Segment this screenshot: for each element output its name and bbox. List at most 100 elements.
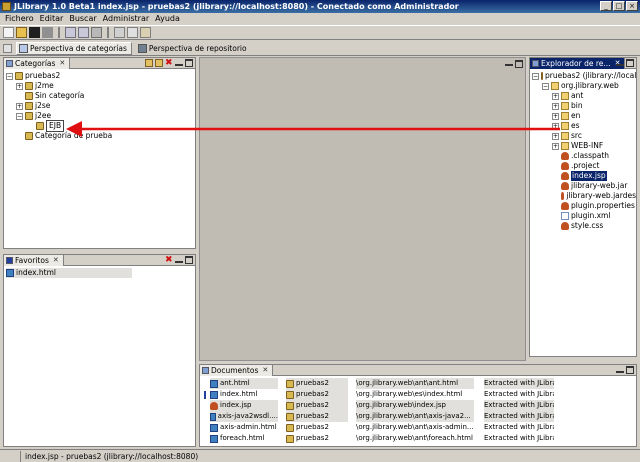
tree-node[interactable]: jlibrary-web.jar xyxy=(532,181,636,191)
minimize-view-icon[interactable] xyxy=(616,60,624,66)
web-document-icon xyxy=(6,269,14,277)
expand-icon[interactable]: + xyxy=(552,142,559,150)
categories-view-icon xyxy=(6,59,13,67)
table-row[interactable]: ant.html pruebas2 \org.jlibrary.web\ant\… xyxy=(210,378,634,389)
doc-name: index.html xyxy=(220,390,258,398)
table-row[interactable]: axis-admin.html pruebas2 \org.jlibrary.w… xyxy=(210,422,634,433)
repository-icon[interactable] xyxy=(29,27,40,38)
tree-node[interactable]: style.css xyxy=(532,221,636,231)
tree-node[interactable]: plugin.xml xyxy=(532,211,636,221)
tree-node[interactable]: + src xyxy=(532,131,636,141)
menu-buscar[interactable]: Buscar xyxy=(66,13,99,25)
copy-icon[interactable] xyxy=(127,27,138,38)
close-button[interactable]: × xyxy=(626,1,638,11)
tab-documentos[interactable]: Documentos ✕ xyxy=(200,364,274,376)
tree-node[interactable]: + j2se xyxy=(6,101,195,111)
repository-icon xyxy=(286,401,294,410)
categories-panel: Categorías ✕ ✖ − pruebas2 + j2me Sin cat… xyxy=(3,57,196,249)
disconnect-icon[interactable] xyxy=(42,27,53,38)
perspective-repository-button[interactable]: Perspectiva de repositorio xyxy=(136,42,251,55)
collapse-icon[interactable]: − xyxy=(542,82,549,90)
print-icon[interactable] xyxy=(91,27,102,38)
tree-node[interactable]: Sin categoría xyxy=(6,91,195,101)
tree-node[interactable]: plugin.properties xyxy=(532,201,636,211)
close-tab-icon[interactable]: ✕ xyxy=(53,256,59,264)
repository-icon xyxy=(286,379,294,388)
tree-node[interactable]: Categoría de prueba xyxy=(6,131,195,141)
tree-node[interactable]: EJB xyxy=(6,120,195,132)
close-tab-icon[interactable]: ✕ xyxy=(262,366,268,374)
list-item[interactable]: index.html xyxy=(6,268,132,278)
open-perspective-icon[interactable] xyxy=(3,43,12,53)
table-row[interactable]: foreach.html pruebas2 \org.jlibrary.web\… xyxy=(210,433,634,444)
maximize-view-icon[interactable] xyxy=(626,366,634,374)
close-tab-icon[interactable]: ✕ xyxy=(59,59,65,67)
repository-tree: − pruebas2 (jlibrary://localho − org.jli… xyxy=(530,69,636,231)
tree-node[interactable]: − org.jlibrary.web xyxy=(532,81,636,91)
menu-ayuda[interactable]: Ayuda xyxy=(152,13,183,25)
expand-icon[interactable]: + xyxy=(552,122,559,130)
tree-node[interactable]: + WEB-INF xyxy=(532,141,636,151)
window-title-bar[interactable]: JLibrary 1.0 Beta1 index.jsp - pruebas2 … xyxy=(0,0,640,13)
minimize-button[interactable]: _ xyxy=(600,1,612,11)
edit-category-icon[interactable] xyxy=(155,59,163,67)
tree-node[interactable]: .project xyxy=(532,161,636,171)
web-document-icon xyxy=(210,423,218,432)
tree-node-label: .project xyxy=(571,161,600,170)
expand-icon[interactable]: + xyxy=(552,92,559,100)
expand-icon[interactable]: + xyxy=(552,102,559,110)
maximize-view-icon[interactable] xyxy=(626,59,634,67)
new-document-icon[interactable] xyxy=(3,27,14,38)
tree-node[interactable]: + ant xyxy=(532,91,636,101)
tab-explorador[interactable]: Explorador de re... ✕ xyxy=(530,57,626,69)
minimize-editor-icon[interactable] xyxy=(505,60,513,66)
maximize-button[interactable]: □ xyxy=(613,1,625,11)
collapse-icon[interactable]: − xyxy=(6,72,13,80)
new-category-icon[interactable] xyxy=(145,59,153,67)
doc-desc: Extracted with JLibrary xyxy=(484,423,554,431)
expand-icon[interactable]: + xyxy=(552,132,559,140)
delete-favorite-icon[interactable]: ✖ xyxy=(165,256,173,265)
expand-icon[interactable]: + xyxy=(16,82,23,90)
tree-node[interactable]: jlibrary-web.jardes xyxy=(532,191,636,201)
folder-icon xyxy=(561,142,569,150)
tree-node[interactable]: + es xyxy=(532,121,636,131)
collapse-icon[interactable]: − xyxy=(532,72,539,80)
web-document-icon xyxy=(210,390,218,399)
minimize-view-icon[interactable] xyxy=(175,60,183,66)
tree-node[interactable]: + j2me xyxy=(6,81,195,91)
maximize-editor-icon[interactable] xyxy=(515,60,523,68)
minimize-view-icon[interactable] xyxy=(616,367,624,373)
menu-administrar[interactable]: Administrar xyxy=(100,13,153,25)
open-folder-icon[interactable] xyxy=(16,27,27,38)
menu-fichero[interactable]: Fichero xyxy=(2,13,37,25)
paste-icon[interactable] xyxy=(140,27,151,38)
tree-node[interactable]: + bin xyxy=(532,101,636,111)
doc-path: \org.jlibrary.web\ant\ant.html xyxy=(356,378,474,389)
tree-node[interactable]: − pruebas2 (jlibrary://localho xyxy=(532,71,636,81)
expand-icon[interactable]: + xyxy=(16,102,23,110)
tree-node[interactable]: .classpath xyxy=(532,151,636,161)
tree-node[interactable]: + en xyxy=(532,111,636,121)
save-icon[interactable] xyxy=(65,27,76,38)
maximize-view-icon[interactable] xyxy=(185,59,193,67)
table-row[interactable]: axis-java2wsdl.... pruebas2 \org.jlibrar… xyxy=(210,411,634,422)
minimize-view-icon[interactable] xyxy=(175,257,183,263)
tab-favoritos[interactable]: Favoritos ✕ xyxy=(4,254,64,266)
tree-node[interactable]: − j2ee xyxy=(6,111,195,121)
collapse-icon[interactable]: − xyxy=(16,112,23,120)
main-toolbar xyxy=(0,25,640,40)
tab-categorias[interactable]: Categorías ✕ xyxy=(4,57,71,69)
table-row[interactable]: index.jsp pruebas2 \org.jlibrary.web\ind… xyxy=(210,400,634,411)
cut-icon[interactable] xyxy=(114,27,125,38)
maximize-view-icon[interactable] xyxy=(185,256,193,264)
table-row[interactable]: index.html pruebas2 \org.jlibrary.web\es… xyxy=(210,389,634,400)
perspective-categories-button[interactable]: Perspectiva de categorías xyxy=(16,41,132,55)
expand-icon[interactable]: + xyxy=(552,112,559,120)
menu-editar[interactable]: Editar xyxy=(37,13,67,25)
delete-category-icon[interactable]: ✖ xyxy=(165,59,173,68)
toolbar-separator xyxy=(107,27,109,38)
tree-node[interactable]: index.jsp xyxy=(532,171,636,181)
save-all-icon[interactable] xyxy=(78,27,89,38)
tree-node[interactable]: − pruebas2 xyxy=(6,71,195,81)
